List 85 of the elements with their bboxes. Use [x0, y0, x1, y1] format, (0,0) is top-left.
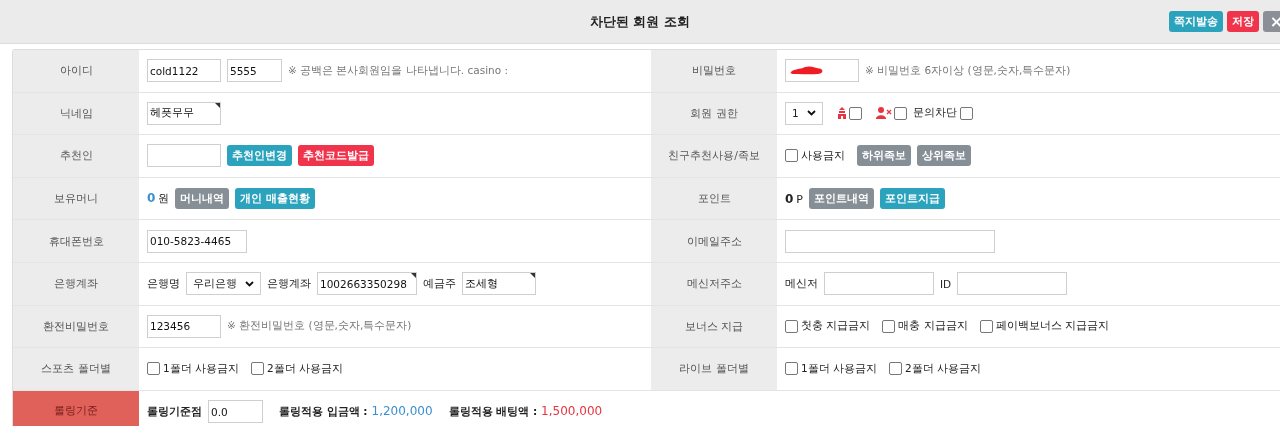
field-label: 보유머니	[13, 177, 139, 220]
hint-text: ※ 공백은 본사회원임을 나타냅니다. casino :	[288, 63, 509, 78]
field-label: 은행계좌	[13, 262, 139, 305]
field-caption: 메신저	[785, 276, 818, 291]
stat-label: 롤링적용 배팅액 :	[448, 405, 538, 420]
checkbox-label: 1폴더 사용금지	[163, 361, 240, 376]
input-field[interactable]	[824, 272, 934, 296]
field-label: 이메일주소	[651, 220, 777, 262]
action-button[interactable]: 하위족보	[857, 145, 911, 167]
scribble-icon	[790, 65, 824, 77]
input-field[interactable]: 123456	[147, 314, 221, 338]
unit-text: 원	[158, 191, 170, 207]
field-label: 보너스 지급	[651, 305, 777, 348]
field-label: 휴대폰번호	[13, 220, 139, 262]
checkbox-label: 1폴더 사용금지	[801, 361, 878, 376]
checkbox[interactable]	[848, 106, 862, 120]
chevron-down-icon	[245, 280, 254, 287]
checkbox[interactable]	[785, 149, 798, 163]
action-button[interactable]: 개인 매출현황	[235, 188, 315, 210]
password-field[interactable]	[785, 59, 859, 83]
select-dropdown[interactable]: 1	[785, 101, 823, 125]
stat-value: 1,500,000	[541, 404, 603, 419]
action-button[interactable]: 추천인변경	[227, 145, 292, 167]
user-remove-icon	[875, 107, 892, 120]
input-field[interactable]	[785, 229, 995, 253]
action-button[interactable]: 포인트내역	[809, 188, 874, 210]
field-label: 추천인	[13, 135, 139, 177]
input-field[interactable]	[957, 272, 1068, 296]
stat-label: 롤링적용 입금액 :	[279, 405, 368, 420]
input-field[interactable]: cold1122	[147, 59, 221, 83]
select-dropdown[interactable]: 우리은행	[186, 272, 261, 296]
input-field[interactable]: 조세형	[462, 272, 536, 296]
amount-value: 0	[785, 191, 794, 206]
checkbox-label: 2폴더 사용금지	[267, 361, 344, 376]
checkbox-label: 문의차단	[912, 106, 957, 121]
field-label: 아이디	[13, 50, 139, 92]
input-field[interactable]	[147, 144, 221, 168]
checkbox[interactable]	[979, 319, 993, 333]
unit-text: P	[796, 192, 803, 206]
header-button[interactable]: 쪽지발송	[1169, 11, 1223, 32]
field-label: 메신저주소	[651, 262, 777, 305]
checkbox-label: 페이백보너스 지급금지	[995, 319, 1110, 334]
field-caption: 롤링기준점	[147, 404, 202, 419]
checkbox[interactable]	[959, 106, 973, 120]
action-button[interactable]: 추천코드발급	[298, 145, 374, 167]
input-field[interactable]: 1002663350298	[317, 272, 417, 296]
checkbox-label: 매충 지급금지	[898, 319, 968, 334]
input-field[interactable]: 5555	[227, 59, 282, 83]
field-label: 포인트	[651, 177, 777, 220]
field-label: 환전비밀번호	[13, 305, 139, 348]
field-label: 롤링기준	[13, 390, 139, 426]
input-field[interactable]: 헤픗무무	[147, 101, 221, 125]
chevron-down-icon	[806, 110, 816, 117]
field-label: 닉네임	[13, 92, 139, 135]
action-button[interactable]: 포인트지급	[880, 188, 945, 210]
stat-value: 1,200,000	[371, 404, 433, 419]
checkbox[interactable]	[785, 362, 798, 376]
field-label: 회원 권한	[651, 92, 777, 135]
field-label: 라이브 폴더별	[651, 348, 777, 390]
hint-text: ※ 비밀번호 6자이상 (영문,숫자,특수문자)	[865, 63, 1071, 78]
field-label: 비밀번호	[651, 50, 777, 92]
amount-value: 0	[147, 191, 156, 206]
window-title: 차단된 회원 조회	[589, 12, 691, 31]
input-field[interactable]: 0.0	[208, 400, 263, 424]
field-label: 스포츠 폴더별	[13, 348, 139, 390]
field-caption: 은행계좌	[267, 276, 311, 291]
checkbox-label: 사용금지	[801, 149, 845, 163]
header-button[interactable]: 저장	[1227, 11, 1259, 32]
input-field[interactable]: 010-5823-4465	[147, 229, 247, 253]
field-label: 친구추천사용/족보	[651, 135, 777, 177]
field-caption: ID	[940, 277, 952, 290]
checkbox-label: 첫충 지급금지	[801, 319, 871, 334]
shrine-icon	[836, 107, 847, 120]
checkbox[interactable]	[893, 106, 907, 120]
checkbox-label: 2폴더 사용금지	[905, 361, 982, 376]
checkbox[interactable]	[147, 362, 160, 376]
field-caption: 은행명	[147, 276, 180, 291]
checkbox[interactable]	[882, 319, 896, 333]
checkbox[interactable]	[785, 319, 798, 333]
checkbox[interactable]	[889, 362, 903, 376]
field-caption: 예금주	[423, 276, 456, 291]
action-button[interactable]: 머니내역	[175, 188, 230, 210]
checkbox[interactable]	[251, 362, 265, 376]
action-button[interactable]: 상위족보	[917, 145, 971, 167]
hint-text: ※ 환전비밀번호 (영문,숫자,특수문자)	[227, 319, 412, 334]
